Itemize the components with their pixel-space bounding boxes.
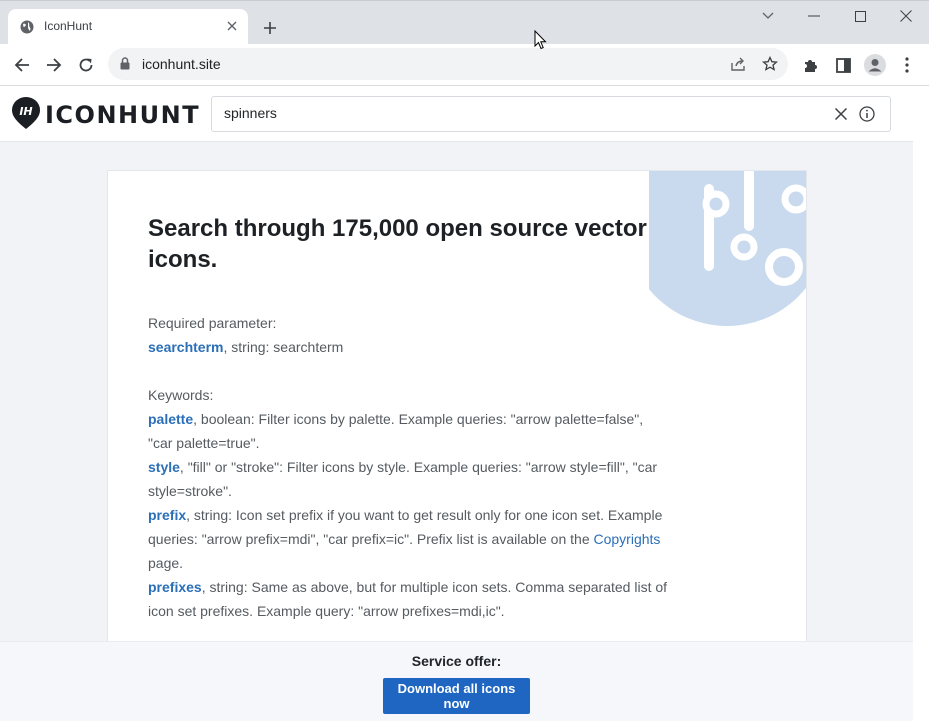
keyword-desc: , boolean: Filter icons by palette. Exam…: [148, 411, 644, 451]
download-all-button[interactable]: Download all icons now: [383, 678, 530, 714]
iconhunt-logo-icon[interactable]: IH: [12, 97, 40, 130]
keyword-name: prefix: [148, 507, 187, 523]
keyword-desc-after: page.: [148, 555, 184, 571]
url-text: iconhunt.site: [142, 56, 221, 72]
bookmark-star-icon[interactable]: [760, 54, 780, 74]
keywords-label: Keywords:: [148, 387, 214, 403]
kebab-menu-icon[interactable]: [895, 53, 919, 77]
new-tab-icon[interactable]: [258, 16, 282, 40]
back-arrow-icon[interactable]: [9, 52, 35, 78]
forward-arrow-icon[interactable]: [41, 52, 67, 78]
service-offer-bar: Service offer: Download all icons now: [0, 641, 913, 721]
keyword-desc: , string: Icon set prefix if you want to…: [148, 507, 663, 547]
window-close-icon[interactable]: [891, 5, 921, 27]
card-content: Search through 175,000 open source vecto…: [148, 213, 668, 623]
minimize-icon[interactable]: [799, 5, 829, 27]
keyword-style: style, "fill" or "stroke": Filter icons …: [148, 455, 668, 503]
info-icon[interactable]: [858, 105, 876, 123]
keyword-name: style: [148, 459, 180, 475]
keyword-palette: palette, boolean: Filter icons by palett…: [148, 407, 668, 455]
required-label: Required parameter:: [148, 315, 277, 331]
keyword-name: prefixes: [148, 579, 202, 595]
mouse-cursor-icon: [534, 30, 547, 50]
browser-toolbar: iconhunt.site: [0, 44, 929, 86]
address-bar[interactable]: iconhunt.site: [108, 48, 788, 80]
copyrights-link[interactable]: Copyrights: [594, 531, 661, 547]
search-box: [211, 96, 891, 132]
browser-tab[interactable]: IconHunt: [8, 9, 248, 45]
service-offer-label: Service offer:: [411, 653, 502, 669]
side-panel-icon[interactable]: [831, 53, 855, 77]
browser-tab-bar: IconHunt: [0, 0, 929, 45]
param-searchterm-desc: , string: searchterm: [223, 339, 344, 355]
page-scrollbar[interactable]: [913, 86, 929, 721]
param-searchterm: searchterm: [148, 339, 224, 355]
extensions-puzzle-icon[interactable]: [799, 53, 823, 77]
tab-close-icon[interactable]: [224, 18, 240, 34]
keyword-desc: , string: Same as above, but for multipl…: [148, 579, 668, 619]
profile-avatar-icon[interactable]: [863, 53, 887, 77]
clear-search-icon[interactable]: [832, 105, 850, 123]
tab-search-chevron-icon[interactable]: [753, 5, 783, 27]
globe-favicon-icon: [20, 20, 34, 34]
keyword-desc: , "fill" or "stroke": Filter icons by st…: [148, 459, 658, 499]
maximize-icon[interactable]: [845, 5, 875, 27]
page-viewport: IH ICONHUNT Search through 175,000 open …: [0, 86, 913, 721]
keyword-prefixes: prefixes, string: Same as above, but for…: [148, 575, 668, 623]
info-card: Search through 175,000 open source vecto…: [107, 170, 807, 721]
tab-title: IconHunt: [44, 19, 93, 33]
decorative-sliders-icon: [649, 171, 806, 326]
keyword-prefix: prefix, string: Icon set prefix if you w…: [148, 503, 668, 575]
site-header: IH ICONHUNT: [0, 86, 913, 142]
lock-icon: [120, 57, 130, 70]
page-title: Search through 175,000 open source vecto…: [148, 215, 647, 273]
share-icon[interactable]: [728, 54, 748, 74]
required-param: searchterm, string: searchterm: [148, 335, 668, 359]
keyword-name: palette: [148, 411, 194, 427]
logo-text[interactable]: ICONHUNT: [45, 101, 200, 129]
reload-icon[interactable]: [73, 52, 99, 78]
logo-mark-text: IH: [19, 105, 32, 118]
search-input[interactable]: [224, 105, 814, 121]
